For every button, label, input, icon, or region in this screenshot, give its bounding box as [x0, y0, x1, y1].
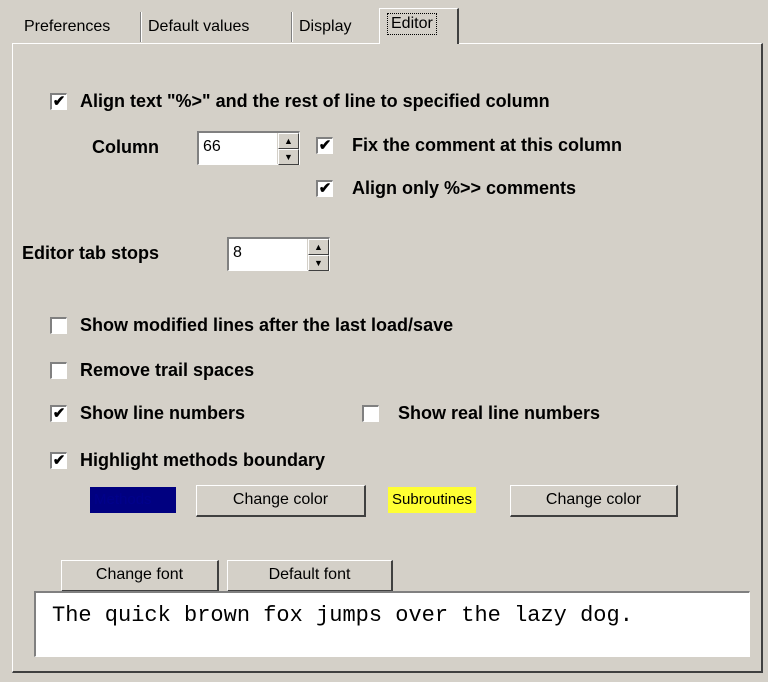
tab-editor[interactable]: Editor: [379, 8, 459, 44]
spin-down-icon[interactable]: ▼: [308, 255, 329, 271]
align-only-checkbox[interactable]: ✔: [316, 180, 333, 197]
tab-editor-label: Editor: [387, 13, 437, 35]
methods-color-swatch: Methods: [90, 487, 176, 513]
tab-divider: [141, 12, 142, 42]
highlight-label: Highlight methods boundary: [80, 450, 325, 470]
align-checkbox[interactable]: ✔: [50, 93, 67, 110]
default-font-button[interactable]: Default font: [227, 560, 393, 592]
tab-stops-spinner[interactable]: 8 ▲ ▼: [227, 237, 330, 271]
show-line-numbers-checkbox[interactable]: ✔: [50, 405, 67, 422]
change-methods-color-button[interactable]: Change color: [196, 485, 366, 517]
highlight-checkbox[interactable]: ✔: [50, 452, 67, 469]
remove-trail-label: Remove trail spaces: [80, 360, 255, 380]
font-preview-text: The quick brown fox jumps over the lazy …: [52, 603, 633, 628]
change-font-button[interactable]: Change font: [61, 560, 219, 592]
spin-up-icon[interactable]: ▲: [308, 239, 329, 255]
tab-stops-value: 8: [233, 244, 242, 261]
tab-stops-label: Editor tab stops: [22, 243, 160, 263]
subroutines-color-swatch: Subroutines: [388, 487, 477, 513]
spin-down-icon[interactable]: ▼: [278, 149, 299, 165]
tab-default-values[interactable]: Default values: [144, 12, 253, 42]
show-modified-label: Show modified lines after the last load/…: [80, 315, 454, 335]
column-spinner[interactable]: 66 ▲ ▼: [197, 131, 300, 165]
font-preview: The quick brown fox jumps over the lazy …: [34, 591, 750, 657]
tab-preferences[interactable]: Preferences: [20, 12, 114, 42]
spin-up-icon[interactable]: ▲: [278, 133, 299, 149]
remove-trail-checkbox[interactable]: [50, 362, 67, 379]
show-line-numbers-label: Show line numbers: [80, 403, 246, 423]
change-subroutines-color-button[interactable]: Change color: [510, 485, 678, 517]
tab-divider: [292, 12, 293, 42]
align-only-label: Align only %>> comments: [352, 178, 577, 198]
show-real-line-numbers-checkbox[interactable]: [362, 405, 379, 422]
tab-stops-spin-buttons[interactable]: ▲ ▼: [307, 239, 329, 271]
tab-display[interactable]: Display: [295, 12, 355, 42]
column-spin-buttons[interactable]: ▲ ▼: [277, 133, 299, 165]
show-modified-checkbox[interactable]: [50, 317, 67, 334]
align-label: Align text "%>" and the rest of line to …: [80, 91, 550, 111]
fix-comment-label: Fix the comment at this column: [352, 135, 623, 155]
fix-comment-checkbox[interactable]: ✔: [316, 137, 333, 154]
column-label: Column: [92, 137, 159, 157]
column-value: 66: [203, 138, 221, 155]
show-real-line-numbers-label: Show real line numbers: [398, 403, 601, 423]
